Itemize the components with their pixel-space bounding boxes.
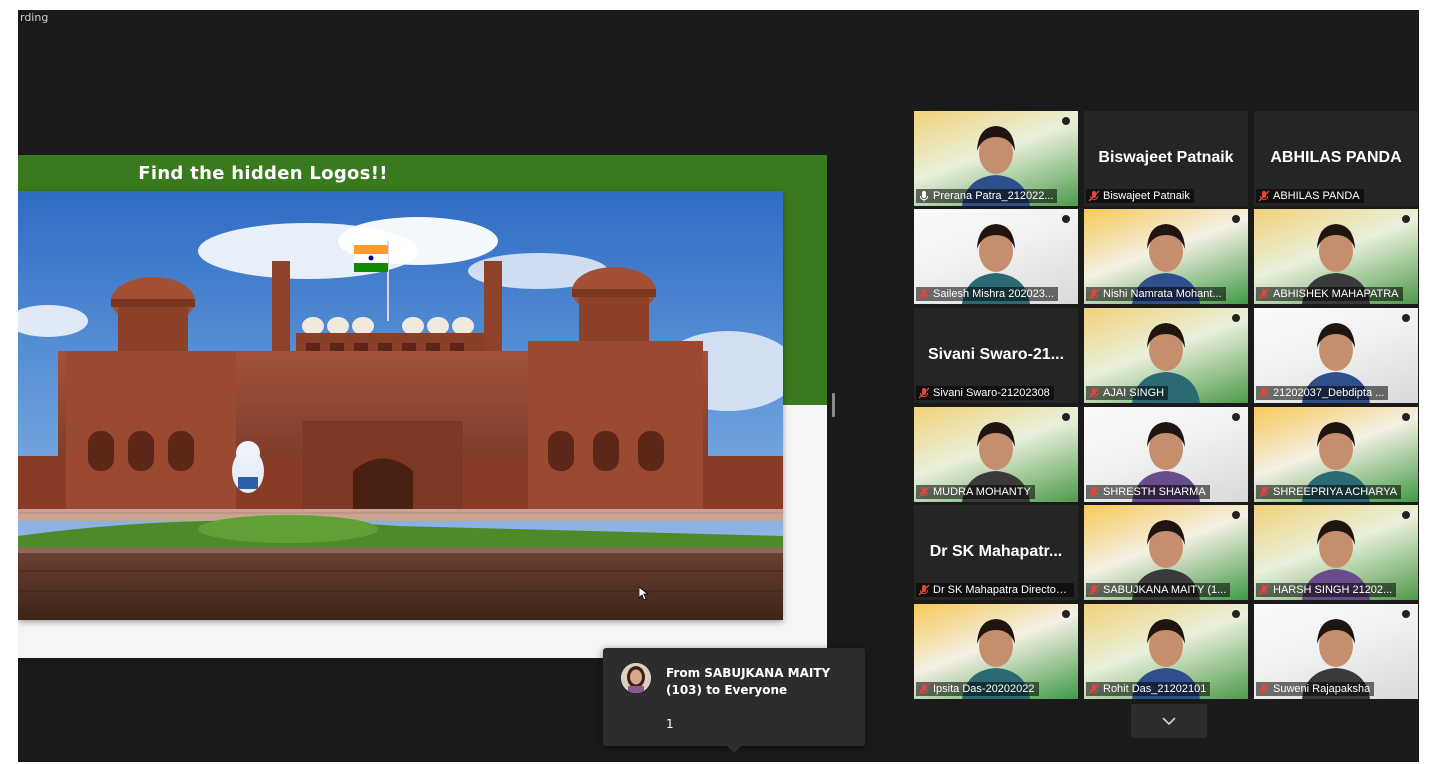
participant-tile[interactable]: Ipsita Das-20202022 <box>914 604 1078 699</box>
mic-muted-icon <box>918 683 930 695</box>
mic-muted-icon <box>1088 683 1100 695</box>
participant-tile[interactable]: SHREEPRIYA ACHARYA <box>1254 407 1418 502</box>
recording-label: rding <box>20 11 49 24</box>
slide-photo <box>18 191 783 620</box>
participant-display-name: Sivani Swaro-21... <box>927 346 1065 363</box>
participant-name-bar: SHREEPRIYA ACHARYA <box>1256 485 1402 499</box>
participant-name: SHREEPRIYA ACHARYA <box>1273 486 1398 498</box>
participant-name-bar: MUDRA MOHANTY <box>916 485 1035 499</box>
participant-name: SABUJKANA MAITY (1... <box>1103 584 1227 596</box>
meeting-window: rding Find the hidden Logos!! Prerana Pa… <box>18 10 1419 762</box>
participant-name-bar: 21202037_Debdipta ... <box>1256 386 1389 400</box>
participant-name-bar: Ipsita Das-20202022 <box>916 682 1039 696</box>
mic-muted-icon <box>1258 683 1270 695</box>
participant-tile[interactable]: ABHISHEK MAHAPATRA <box>1254 209 1418 304</box>
mouse-cursor-icon <box>638 586 650 606</box>
mic-muted-icon <box>1088 584 1100 596</box>
participant-name: ABHISHEK MAHAPATRA <box>1273 288 1399 300</box>
shared-screen: Find the hidden Logos!! <box>18 155 827 658</box>
participant-name: Rohit Das_21202101 <box>1103 683 1207 695</box>
participant-name: SHRESTH SHARMA <box>1103 486 1206 498</box>
mic-muted-icon <box>1258 486 1270 498</box>
participant-tile[interactable]: 21202037_Debdipta ... <box>1254 308 1418 403</box>
mic-muted-icon <box>1088 190 1100 202</box>
participant-name: Ipsita Das-20202022 <box>933 683 1035 695</box>
participant-tile[interactable]: Suweni Rajapaksha <box>1254 604 1418 699</box>
participant-name: Nishi Namrata Mohant... <box>1103 288 1222 300</box>
participant-name-bar: Sailesh Mishra 202023... <box>916 287 1059 301</box>
participant-name: Dr SK Mahapatra Director ... <box>933 584 1070 596</box>
participant-name-bar: Sivani Swaro-21202308 <box>916 386 1054 400</box>
participant-display-name: Biswajeet Patnaik <box>1098 149 1234 166</box>
participant-tile[interactable]: SABUJKANA MAITY (1... <box>1084 505 1248 600</box>
participant-tile[interactable]: Biswajeet Patnaik Biswajeet Patnaik <box>1084 111 1248 206</box>
participant-name: Prerana Patra_212022... <box>933 190 1054 202</box>
mic-muted-icon <box>918 486 930 498</box>
mic-muted-icon <box>1258 190 1270 202</box>
participant-name: 21202037_Debdipta ... <box>1273 387 1385 399</box>
mic-muted-icon <box>1258 387 1270 399</box>
participant-tile[interactable]: Dr SK Mahapatr... Dr SK Mahapatra Directo… <box>914 505 1078 600</box>
layout-splitter-handle[interactable] <box>832 393 835 417</box>
participant-tile[interactable]: AJAI SINGH <box>1084 308 1248 403</box>
avatar <box>621 663 651 693</box>
participant-tile[interactable]: Sailesh Mishra 202023... <box>914 209 1078 304</box>
participant-name-bar: Dr SK Mahapatra Director ... <box>916 583 1074 597</box>
mic-muted-icon <box>1088 486 1100 498</box>
participant-tile[interactable]: HARSH SINGH 21202... <box>1254 505 1418 600</box>
participant-name-bar: AJAI SINGH <box>1086 386 1169 400</box>
participant-name-bar: Prerana Patra_212022... <box>916 189 1058 203</box>
participant-name: Suweni Rajapaksha <box>1273 683 1371 695</box>
chat-notification-tail <box>726 745 742 753</box>
participant-name-bar: SHRESTH SHARMA <box>1086 485 1210 499</box>
participant-name: HARSH SINGH 21202... <box>1273 584 1393 596</box>
mic-muted-icon <box>918 288 930 300</box>
participant-name: Sailesh Mishra 202023... <box>933 288 1055 300</box>
mic-muted-icon <box>1258 288 1270 300</box>
mic-muted-icon <box>1088 288 1100 300</box>
chat-notification[interactable]: From SABUJKANA MAITY (103) to Everyone 1 <box>603 648 865 753</box>
mic-muted-icon <box>918 584 930 596</box>
participant-name-bar: Rohit Das_21202101 <box>1086 682 1211 696</box>
slide-title: Find the hidden Logos!! <box>138 163 388 184</box>
participant-name-bar: Suweni Rajapaksha <box>1256 682 1375 696</box>
participant-name: AJAI SINGH <box>1103 387 1165 399</box>
participant-tile[interactable]: SHRESTH SHARMA <box>1084 407 1248 502</box>
participant-name-bar: Biswajeet Patnaik <box>1086 189 1194 203</box>
participant-name: MUDRA MOHANTY <box>933 486 1031 498</box>
participant-tile[interactable]: Sivani Swaro-21... Sivani Swaro-21202308 <box>914 308 1078 403</box>
participant-name-bar: ABHILAS PANDA <box>1256 189 1364 203</box>
participant-name-bar: HARSH SINGH 21202... <box>1256 583 1397 597</box>
participant-name: Biswajeet Patnaik <box>1103 190 1190 202</box>
participant-name-bar: SABUJKANA MAITY (1... <box>1086 583 1231 597</box>
participant-tile[interactable]: Nishi Namrata Mohant... <box>1084 209 1248 304</box>
participant-name: ABHILAS PANDA <box>1273 190 1360 202</box>
participant-name-bar: Nishi Namrata Mohant... <box>1086 287 1226 301</box>
chat-message: 1 <box>666 717 674 731</box>
mic-muted-icon <box>1258 584 1270 596</box>
participant-name: Sivani Swaro-21202308 <box>933 387 1050 399</box>
participant-tile[interactable]: Rohit Das_21202101 <box>1084 604 1248 699</box>
participant-display-name: ABHILAS PANDA <box>1270 149 1402 166</box>
red-fort-image <box>18 191 783 620</box>
participant-name-bar: ABHISHEK MAHAPATRA <box>1256 287 1403 301</box>
chat-sender: From SABUJKANA MAITY (103) to Everyone <box>666 666 831 697</box>
mic-icon <box>918 190 930 202</box>
gallery-next-page-button[interactable] <box>1131 704 1207 738</box>
mic-muted-icon <box>1088 387 1100 399</box>
participant-display-name: Dr SK Mahapatr... <box>929 543 1063 560</box>
chevron-down-icon <box>1162 712 1176 730</box>
participant-tile[interactable]: ABHILAS PANDA ABHILAS PANDA <box>1254 111 1418 206</box>
mic-muted-icon <box>918 387 930 399</box>
participant-tile[interactable]: MUDRA MOHANTY <box>914 407 1078 502</box>
participant-tile[interactable]: Prerana Patra_212022... <box>914 111 1078 206</box>
